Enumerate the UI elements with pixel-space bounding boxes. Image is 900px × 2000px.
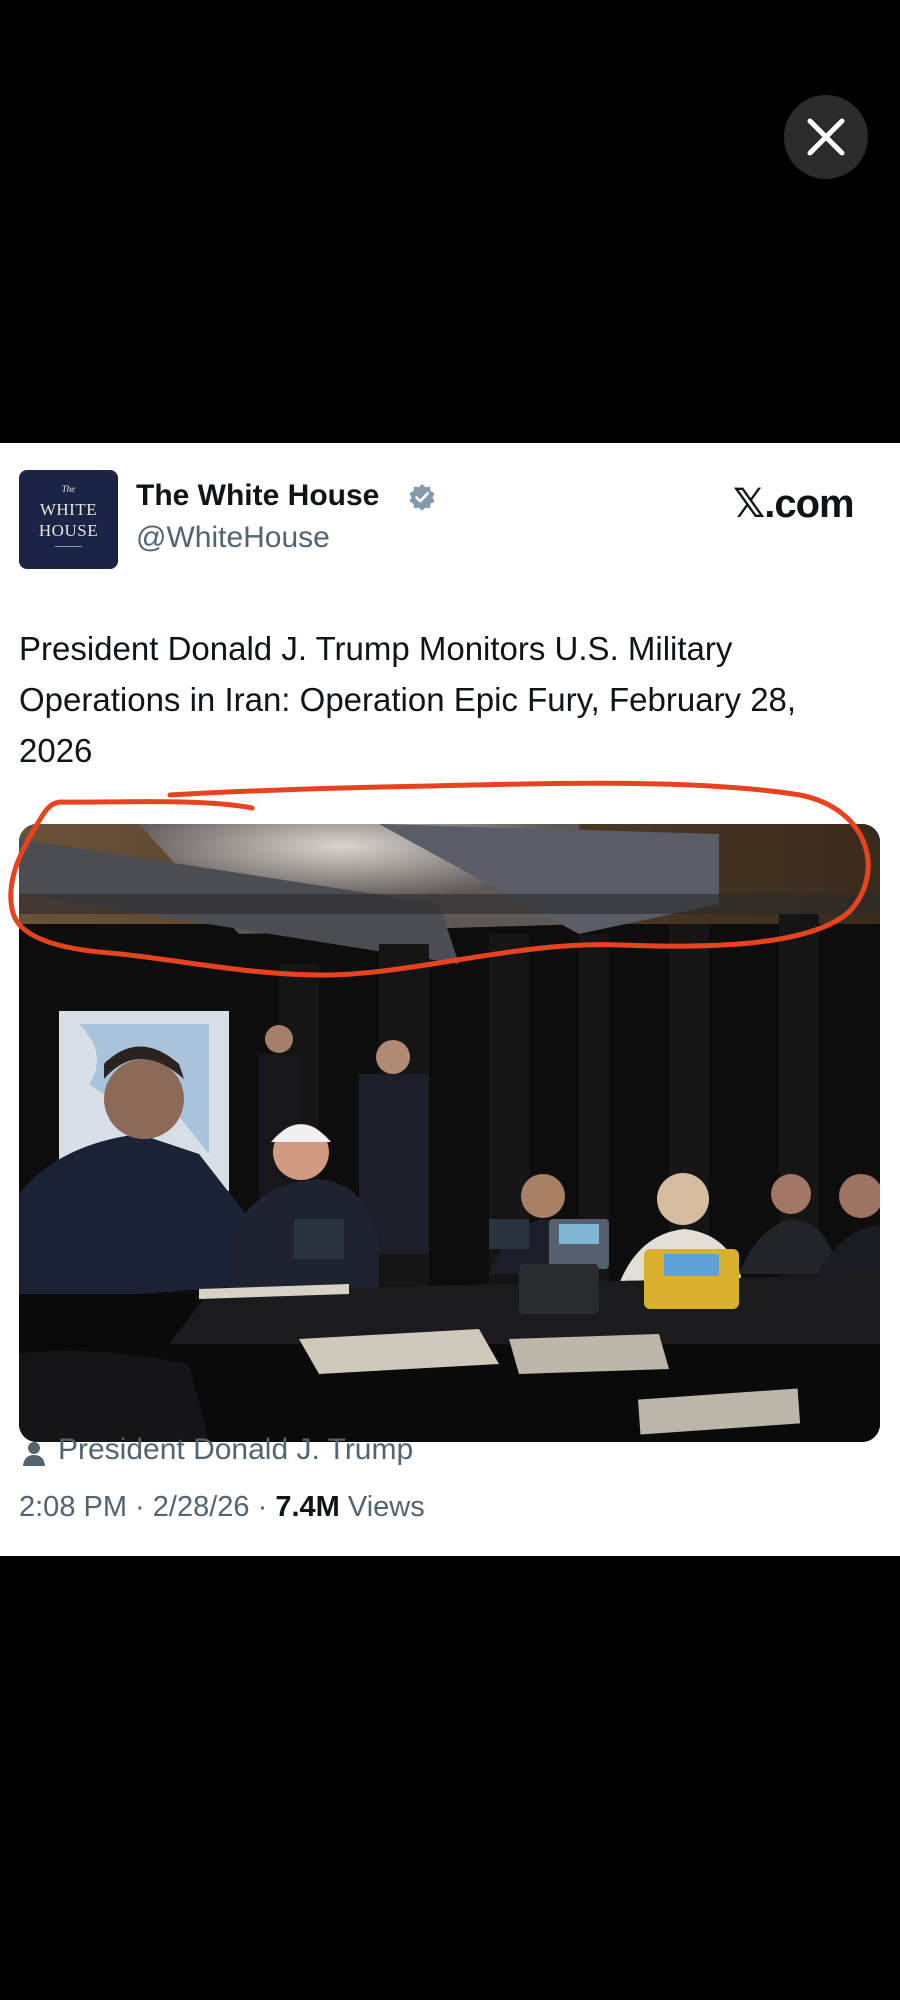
- avatar-logo-rule: [55, 546, 82, 547]
- verified-badge-icon: [409, 484, 435, 511]
- avatar-logo-line1: WHITE: [39, 500, 98, 519]
- avatar[interactable]: The WHITE HOUSE: [19, 470, 118, 569]
- avatar-logo-small: The: [61, 484, 76, 494]
- handle[interactable]: @WhiteHouse: [136, 521, 330, 555]
- source-domain: .com: [764, 482, 854, 526]
- separator: ·: [249, 1491, 276, 1523]
- avatar-logo-line2: HOUSE: [38, 521, 99, 540]
- situation-room-photo: [19, 824, 880, 1442]
- views-label: Views: [339, 1491, 425, 1523]
- source-label[interactable]: 𝕏.com: [733, 481, 855, 527]
- tweet-date[interactable]: 2/28/26: [153, 1491, 250, 1523]
- tweet-metadata: 2:08 PM · 2/28/26 · 7.4M Views: [19, 1491, 425, 1524]
- tweet-card[interactable]: The WHITE HOUSE The White House @WhiteHo…: [0, 443, 900, 1556]
- author-name: President Donald J. Trump: [58, 1433, 414, 1466]
- person-icon: [23, 1442, 45, 1466]
- close-button[interactable]: [784, 95, 868, 179]
- tweet-time[interactable]: 2:08 PM: [19, 1491, 127, 1523]
- views-count[interactable]: 7.4M: [275, 1491, 339, 1523]
- tweet-text: President Donald J. Trump Monitors U.S. …: [19, 630, 797, 769]
- x-logo-icon: 𝕏: [733, 481, 765, 527]
- close-icon: [807, 118, 845, 156]
- display-name[interactable]: The White House: [136, 479, 379, 513]
- separator: ·: [127, 1491, 153, 1523]
- tweet-photo[interactable]: [19, 824, 880, 1442]
